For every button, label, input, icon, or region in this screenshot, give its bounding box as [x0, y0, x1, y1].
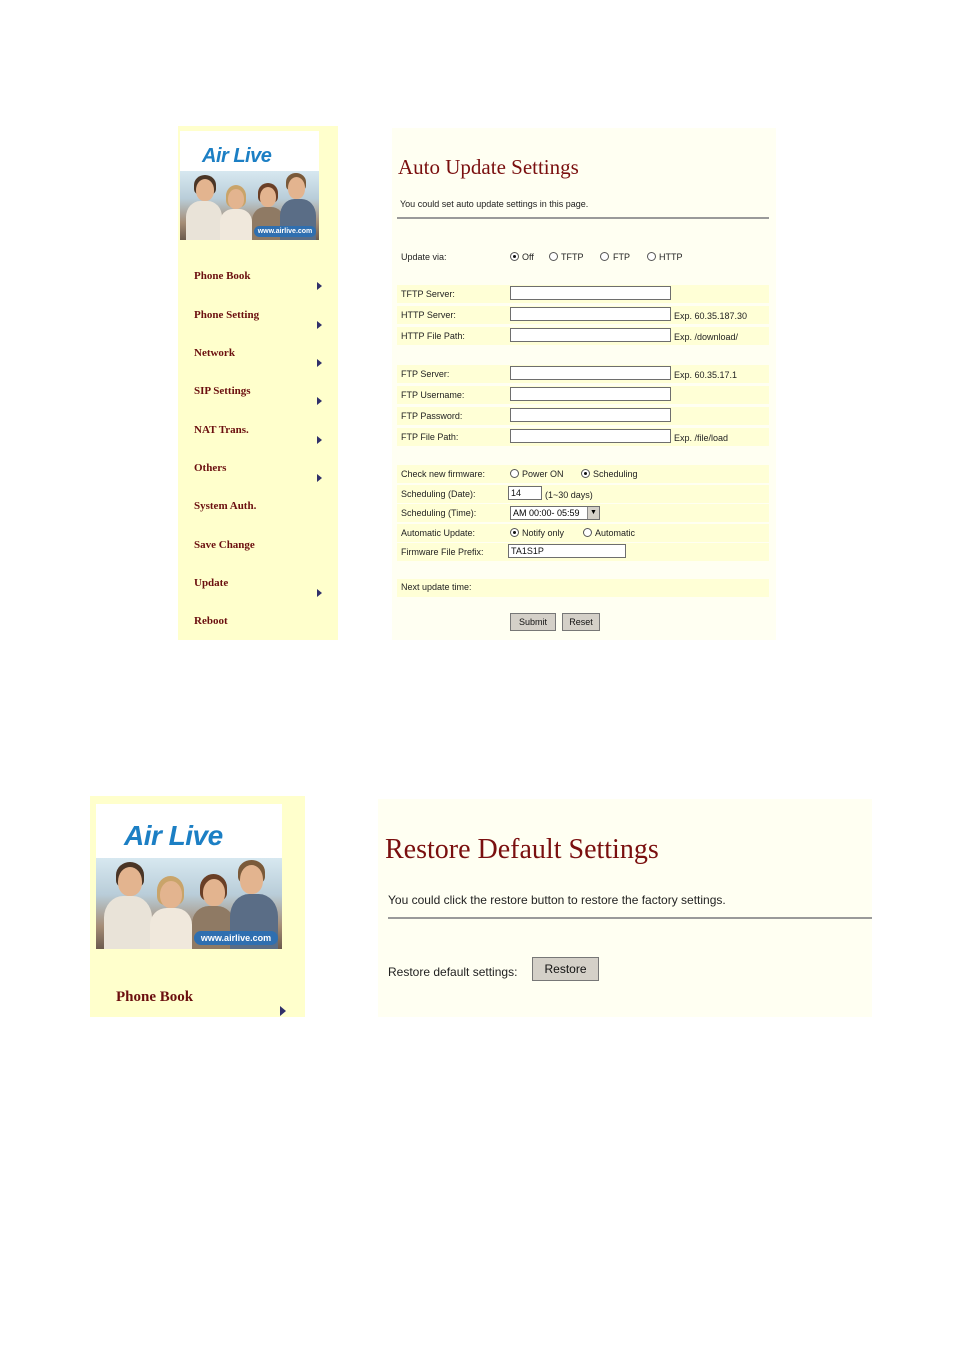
sched-time-label: Scheduling (Time):: [401, 508, 477, 518]
divider: [388, 917, 872, 919]
ftp-file-path-hint: Exp. /file/load: [674, 433, 729, 443]
update-via-label: Update via:: [401, 252, 447, 262]
divider: [397, 217, 769, 219]
sidebar-item-network[interactable]: Network: [194, 347, 235, 359]
update-via-tftp-label: TFTP: [561, 252, 584, 262]
check-firmware-label: Check new firmware:: [401, 469, 486, 479]
sidebar-item-phone-book[interactable]: Phone Book: [116, 989, 193, 1006]
chevron-right-icon[interactable]: [317, 436, 322, 444]
sched-date-input[interactable]: [508, 486, 542, 500]
airlive-logo: Air Live www.airlive.com: [96, 804, 282, 949]
page-description: You could click the restore button to re…: [388, 893, 726, 907]
http-server-label: HTTP Server:: [401, 310, 456, 320]
http-file-path-label: HTTP File Path:: [401, 331, 465, 341]
reset-button[interactable]: Reset: [562, 613, 600, 631]
sidebar-item-others[interactable]: Others: [194, 462, 226, 474]
check-firmware-scheduling-label: Scheduling: [593, 469, 638, 479]
ftp-password-input[interactable]: [510, 408, 671, 422]
logo-url: www.airlive.com: [194, 931, 278, 945]
http-server-input[interactable]: [510, 307, 671, 321]
ftp-server-input[interactable]: [510, 366, 671, 380]
auto-update-notify-label: Notify only: [522, 528, 565, 538]
chevron-right-icon[interactable]: [317, 589, 322, 597]
fw-prefix-input[interactable]: [508, 544, 626, 558]
check-firmware-scheduling-radio[interactable]: [581, 469, 590, 478]
sidebar-item-system-auth[interactable]: System Auth.: [194, 500, 256, 512]
airlive-logo: Air Live www.airlive.com: [180, 131, 319, 240]
update-via-tftp-radio[interactable]: [549, 252, 558, 261]
tftp-server-label: TFTP Server:: [401, 289, 455, 299]
logo-url: www.airlive.com: [254, 226, 316, 237]
ftp-server-label: FTP Server:: [401, 369, 450, 379]
sidebar-item-update[interactable]: Update: [194, 577, 228, 589]
update-via-ftp-label: FTP: [613, 252, 630, 262]
update-via-off-label: Off: [522, 252, 534, 262]
chevron-right-icon[interactable]: [317, 282, 322, 290]
sidebar-item-nat-trans[interactable]: NAT Trans.: [194, 424, 249, 436]
ftp-password-label: FTP Password:: [401, 411, 463, 421]
auto-update-automatic-radio[interactable]: [583, 528, 592, 537]
auto-update-label: Automatic Update:: [401, 528, 476, 538]
ftp-file-path-input[interactable]: [510, 429, 671, 443]
http-file-path-input[interactable]: [510, 328, 671, 342]
check-firmware-power-on-label: Power ON: [522, 469, 564, 479]
chevron-right-icon[interactable]: [317, 321, 322, 329]
sched-date-label: Scheduling (Date):: [401, 489, 476, 499]
restore-button[interactable]: Restore: [532, 957, 599, 981]
chevron-down-icon[interactable]: ▼: [587, 507, 599, 519]
sidebar-item-sip-settings[interactable]: SIP Settings: [194, 385, 251, 397]
update-via-ftp-radio[interactable]: [600, 252, 609, 261]
logo-photo: www.airlive.com: [96, 858, 282, 949]
restore-label: Restore default settings:: [388, 965, 518, 979]
chevron-right-icon[interactable]: [317, 474, 322, 482]
ftp-server-hint: Exp. 60.35.17.1: [674, 370, 738, 380]
update-via-http-radio[interactable]: [647, 252, 656, 261]
sidebar-item-phone-book[interactable]: Phone Book: [194, 270, 251, 282]
page-title: Restore Default Settings: [385, 834, 659, 865]
tftp-server-input[interactable]: [510, 286, 671, 300]
sched-time-value: AM 00:00- 05:59: [513, 508, 580, 518]
ftp-username-input[interactable]: [510, 387, 671, 401]
chevron-right-icon[interactable]: [317, 397, 322, 405]
check-firmware-power-on-radio[interactable]: [510, 469, 519, 478]
page-title: Auto Update Settings: [398, 155, 579, 179]
http-file-path-hint: Exp. /download/: [674, 332, 739, 342]
logo-brand-text: Air Live: [202, 145, 272, 167]
update-via-http-label: HTTP: [659, 252, 683, 262]
logo-brand-text: Air Live: [124, 820, 223, 851]
logo-photo: www.airlive.com: [180, 171, 319, 240]
sched-date-hint: (1~30 days): [545, 490, 593, 500]
chevron-right-icon[interactable]: [280, 1006, 286, 1016]
ftp-file-path-label: FTP File Path:: [401, 432, 459, 442]
auto-update-notify-radio[interactable]: [510, 528, 519, 537]
sidebar-item-phone-setting[interactable]: Phone Setting: [194, 309, 259, 321]
sidebar-item-save-change[interactable]: Save Change: [194, 539, 255, 551]
next-update-label: Next update time:: [401, 582, 472, 592]
sidebar-item-reboot[interactable]: Reboot: [194, 615, 228, 627]
http-server-hint: Exp. 60.35.187.30: [674, 311, 748, 321]
submit-button[interactable]: Submit: [510, 613, 556, 631]
chevron-right-icon[interactable]: [317, 359, 322, 367]
update-via-off-radio[interactable]: [510, 252, 519, 261]
auto-update-automatic-label: Automatic: [595, 528, 636, 538]
content-panel: [378, 799, 872, 1017]
fw-prefix-label: Firmware File Prefix:: [401, 547, 484, 557]
ftp-username-label: FTP Username:: [401, 390, 465, 400]
page-description: You could set auto update settings in th…: [400, 199, 589, 209]
sched-time-select[interactable]: AM 00:00- 05:59 ▼: [510, 506, 600, 520]
